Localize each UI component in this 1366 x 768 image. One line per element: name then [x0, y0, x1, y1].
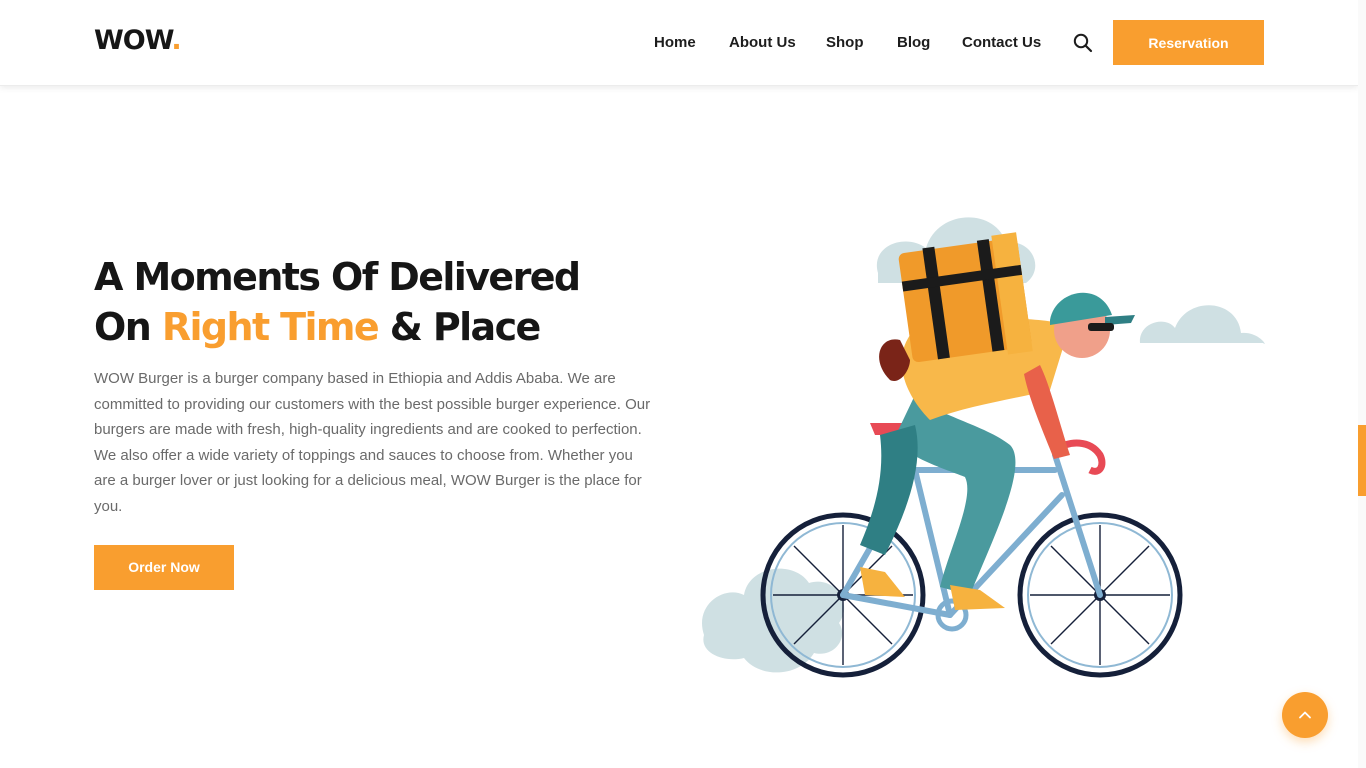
scroll-indicator[interactable] — [1358, 425, 1366, 496]
search-icon[interactable] — [1073, 33, 1093, 53]
nav-shop[interactable]: Shop — [826, 33, 864, 53]
page-scrollbar[interactable] — [1358, 0, 1366, 768]
hero-title-accent: Right Time — [161, 305, 380, 349]
back-to-top-button[interactable] — [1282, 692, 1328, 738]
brand-name: WOW — [94, 25, 172, 56]
hero-title: A Moments Of Delivered On Right Time & P… — [94, 252, 654, 352]
chevron-up-icon — [1299, 711, 1311, 719]
hero-description: WOW Burger is a burger company based in … — [94, 370, 651, 515]
hero-title-on: On — [94, 305, 152, 349]
site-header: WOW. Home About Us Shop Blog Contact Us … — [0, 0, 1358, 86]
nav-about-us[interactable]: About Us — [729, 33, 796, 53]
delivery-cyclist-illustration — [700, 195, 1270, 690]
brand-dot: . — [171, 25, 181, 56]
nav-blog[interactable]: Blog — [897, 33, 930, 53]
order-now-button[interactable]: Order Now — [94, 545, 234, 590]
reservation-button[interactable]: Reservation — [1113, 20, 1264, 65]
nav-contact-us[interactable]: Contact Us — [962, 33, 1041, 53]
hero-title-end: & Place — [389, 305, 542, 349]
brand-logo[interactable]: WOW. — [94, 24, 182, 58]
nav-home[interactable]: Home — [654, 33, 696, 53]
hero-title-line1: A Moments Of Delivered — [94, 255, 581, 299]
